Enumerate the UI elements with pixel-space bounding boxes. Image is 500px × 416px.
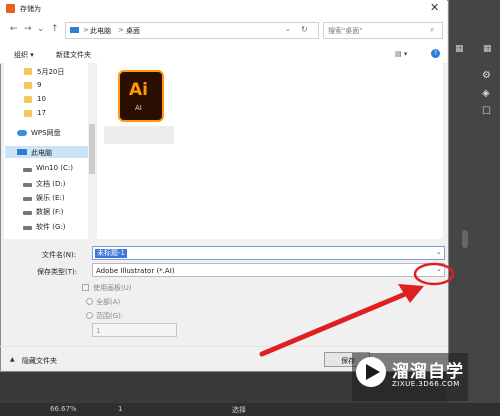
play-icon bbox=[366, 364, 380, 380]
watermark-name: 溜溜自学 bbox=[392, 362, 464, 382]
annotation-arrow-shaft bbox=[259, 289, 413, 357]
watermark-url: ZIXUE.3D66.COM bbox=[392, 380, 460, 388]
annotation-ellipse bbox=[413, 262, 455, 286]
